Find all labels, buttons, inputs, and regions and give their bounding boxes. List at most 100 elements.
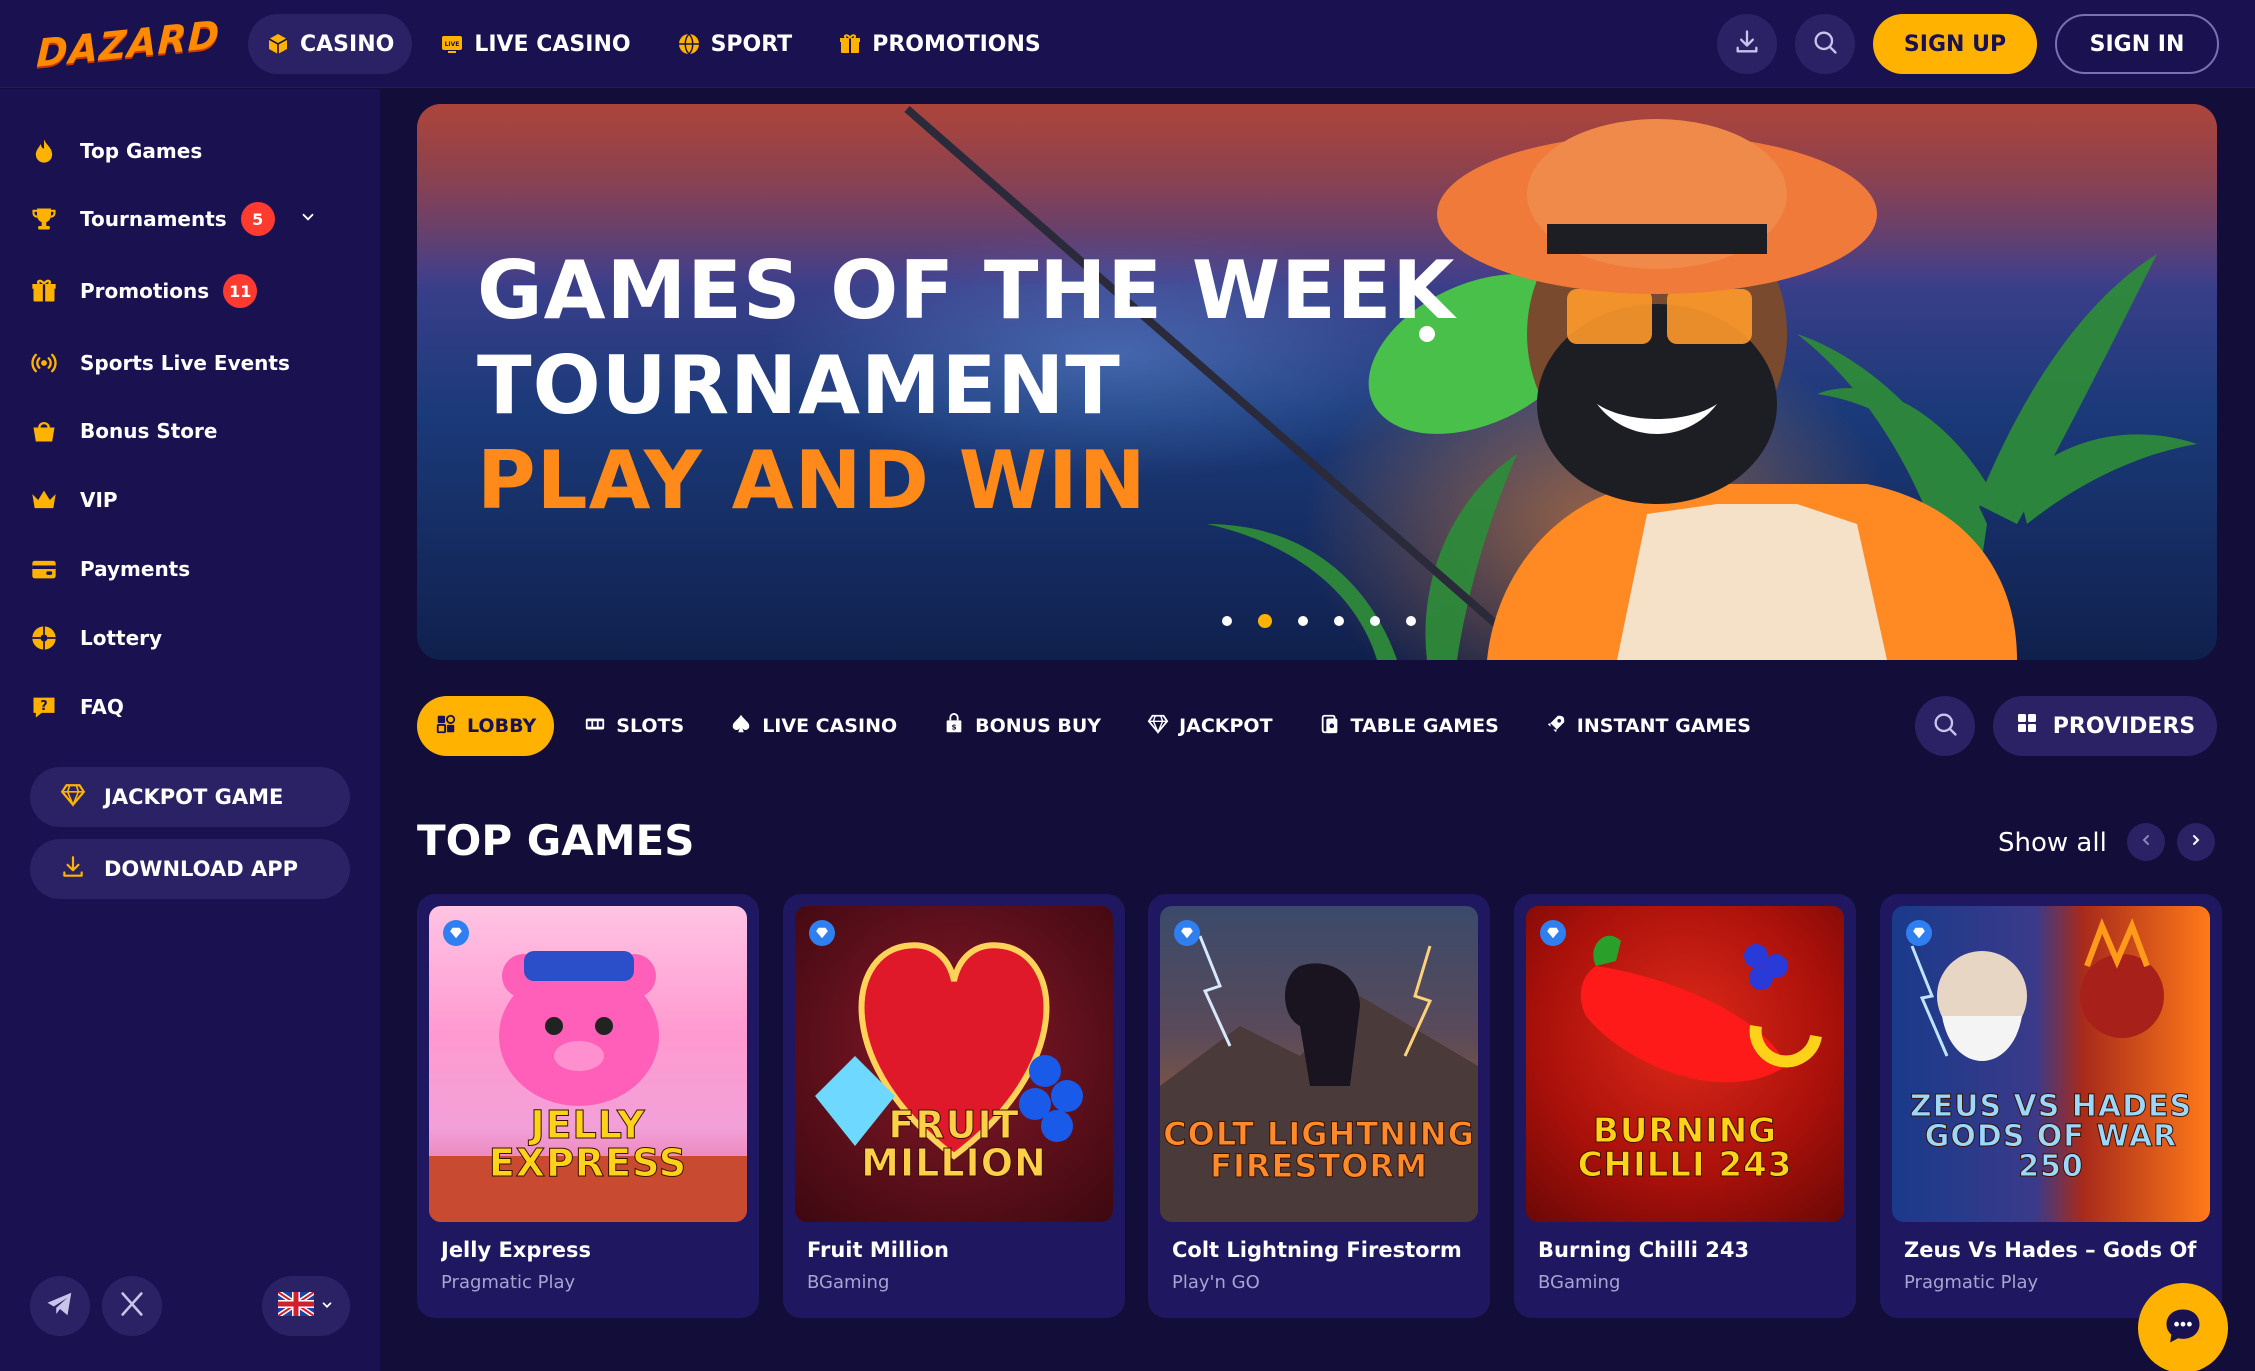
search-button[interactable] — [1795, 14, 1855, 74]
ball-icon — [677, 32, 701, 56]
live-chat-button[interactable] — [2138, 1283, 2228, 1371]
chevron-down-icon — [320, 1297, 334, 1316]
search-icon — [1931, 710, 1959, 742]
tab-table-games[interactable]: TABLE GAMES — [1303, 696, 1515, 756]
section-title-top-games: TOP GAMES — [417, 816, 695, 865]
tab-live-casino[interactable]: LIVE CASINO — [714, 696, 913, 756]
download-icon — [1733, 28, 1761, 60]
game-card[interactable]: ZEUS VS HADES GODS OF WAR 250 Zeus Vs Ha… — [1880, 894, 2222, 1318]
sidebar-item-sports-live-events[interactable]: Sports Live Events — [28, 341, 290, 385]
game-provider: Pragmatic Play — [441, 1272, 576, 1293]
jackpot-game-button[interactable]: JACKPOT GAME — [30, 767, 350, 827]
game-thumbnail[interactable]: FRUIT MILLION — [795, 906, 1113, 1222]
game-card[interactable]: BURNING CHILLI 243 Burning Chilli 243 BG… — [1514, 894, 1856, 1318]
carousel-dot[interactable] — [1222, 616, 1232, 626]
providers-button[interactable]: PROVIDERS — [1993, 696, 2217, 756]
game-thumbnail-title: FRUIT MILLION — [861, 1103, 1047, 1185]
nav-promotions[interactable]: PROMOTIONS — [820, 14, 1059, 74]
nav-sport[interactable]: SPORT — [659, 14, 811, 74]
sidebar-item-label: FAQ — [80, 695, 124, 719]
sidebar-item-promotions[interactable]: Promotions 11 — [28, 269, 258, 313]
prev-arrow-button[interactable] — [2127, 823, 2165, 861]
sidebar-item-bonus-store[interactable]: Bonus Store — [28, 409, 217, 453]
telegram-button[interactable] — [30, 1276, 90, 1336]
sidebar-item-faq[interactable]: ? FAQ — [28, 685, 124, 729]
sidebar-item-lottery[interactable]: Lottery — [28, 616, 162, 660]
nav-live-casino[interactable]: LIVE LIVE CASINO — [422, 14, 648, 74]
tab-bonus-buy[interactable]: $ BONUS BUY — [927, 696, 1117, 756]
sidebar-item-label: Bonus Store — [80, 419, 218, 443]
game-thumbnail[interactable]: COLT LIGHTNING FIRESTORM — [1160, 906, 1478, 1222]
category-tabs: LOBBY SLOTS LIVE CASINO $ BONUS BUY JACK… — [417, 696, 1767, 756]
game-card[interactable]: JELLY EXPRESS Jelly Express Pragmatic Pl… — [417, 894, 759, 1318]
game-thumbnail-title: COLT LIGHTNING FIRESTORM — [1163, 1115, 1475, 1185]
game-name: Fruit Million — [807, 1238, 949, 1262]
telegram-icon — [45, 1289, 75, 1323]
game-thumbnail[interactable]: ZEUS VS HADES GODS OF WAR 250 — [1892, 906, 2210, 1222]
banner-title-line3: PLAY AND WIN — [477, 434, 1147, 527]
tab-lobby[interactable]: LOBBY — [417, 696, 555, 756]
game-name: Jelly Express — [441, 1238, 591, 1262]
sidebar-item-top-games[interactable]: Top Games — [28, 129, 202, 173]
sign-up-button[interactable]: SIGN UP — [1873, 14, 2037, 74]
top-header: DAZARD CASINO LIVE LIVE CASINO SPORT PRO… — [0, 0, 2255, 88]
wallet-icon — [28, 553, 60, 585]
download-app-button[interactable]: DOWNLOAD APP — [30, 839, 350, 899]
show-all-link[interactable]: Show all — [1998, 828, 2107, 858]
download-icon — [60, 854, 86, 885]
promo-banner[interactable]: GAMES OF THE WEEK TOURNAMENT PLAY AND WI… — [417, 104, 2217, 660]
svg-text:$: $ — [952, 722, 957, 731]
carousel-dot[interactable] — [1334, 616, 1344, 626]
gift-icon — [838, 32, 862, 56]
trophy-icon — [28, 203, 60, 235]
carousel-dot[interactable] — [1406, 616, 1416, 626]
download-button[interactable] — [1717, 14, 1777, 74]
x-twitter-button[interactable] — [102, 1276, 162, 1336]
sidebar-item-label: Top Games — [80, 139, 203, 163]
sign-in-button[interactable]: SIGN IN — [2055, 14, 2219, 74]
category-actions: PROVIDERS — [1915, 696, 2217, 756]
tab-jackpot[interactable]: JACKPOT — [1131, 696, 1288, 756]
banner-title-line1: GAMES OF THE WEEK — [477, 244, 1456, 337]
question-icon: ? — [28, 691, 60, 723]
sidebar-item-tournaments[interactable]: Tournaments 5 — [28, 197, 317, 241]
game-search-button[interactable] — [1915, 696, 1975, 756]
next-arrow-button[interactable] — [2177, 823, 2215, 861]
game-card[interactable]: FRUIT MILLION Fruit Million BGaming — [783, 894, 1125, 1318]
nav-casino[interactable]: CASINO — [248, 14, 413, 74]
site-logo[interactable]: DAZARD — [36, 12, 221, 76]
game-card[interactable]: COLT LIGHTNING FIRESTORM Colt Lightning … — [1148, 894, 1490, 1318]
sidebar-item-label: VIP — [80, 488, 118, 512]
carousel-dot-active[interactable] — [1258, 614, 1272, 628]
sidebar-item-vip[interactable]: VIP — [28, 478, 118, 522]
tab-label: JACKPOT — [1179, 715, 1273, 737]
cube-icon — [266, 32, 290, 56]
carousel-dot[interactable] — [1298, 616, 1308, 626]
game-thumbnail[interactable]: JELLY EXPRESS — [429, 906, 747, 1222]
language-selector[interactable] — [262, 1276, 350, 1336]
search-icon — [1811, 28, 1839, 60]
download-app-label: DOWNLOAD APP — [104, 857, 298, 881]
nav-casino-label: CASINO — [300, 31, 395, 57]
sidebar-item-label: Lottery — [80, 626, 163, 650]
carousel-dot[interactable] — [1370, 616, 1380, 626]
grid-icon — [2015, 711, 2039, 741]
tab-instant-games[interactable]: INSTANT GAMES — [1529, 696, 1767, 756]
gift-icon — [28, 275, 60, 307]
tab-label: SLOTS — [616, 715, 685, 737]
promotions-count-badge: 11 — [223, 274, 258, 308]
game-thumbnail[interactable]: BURNING CHILLI 243 — [1526, 906, 1844, 1222]
game-name: Zeus Vs Hades – Gods Of Wa... — [1904, 1238, 2204, 1262]
uk-flag-icon — [276, 1289, 316, 1320]
chevron-down-icon[interactable] — [299, 207, 317, 231]
broadcast-icon — [28, 347, 60, 379]
sidebar-item-payments[interactable]: Payments — [28, 547, 190, 591]
tab-label: LIVE CASINO — [762, 715, 898, 737]
jackpot-diamond-icon — [809, 920, 835, 946]
tab-slots[interactable]: SLOTS — [568, 696, 700, 756]
game-provider: Play'n GO — [1172, 1272, 1260, 1293]
sidebar-item-label: Tournaments — [80, 207, 227, 231]
sidebar-item-label: Payments — [80, 557, 191, 581]
game-name: Colt Lightning Firestorm — [1172, 1238, 1462, 1262]
sidebar: Top Games Tournaments 5 Promotions 11 Sp… — [0, 89, 380, 1371]
